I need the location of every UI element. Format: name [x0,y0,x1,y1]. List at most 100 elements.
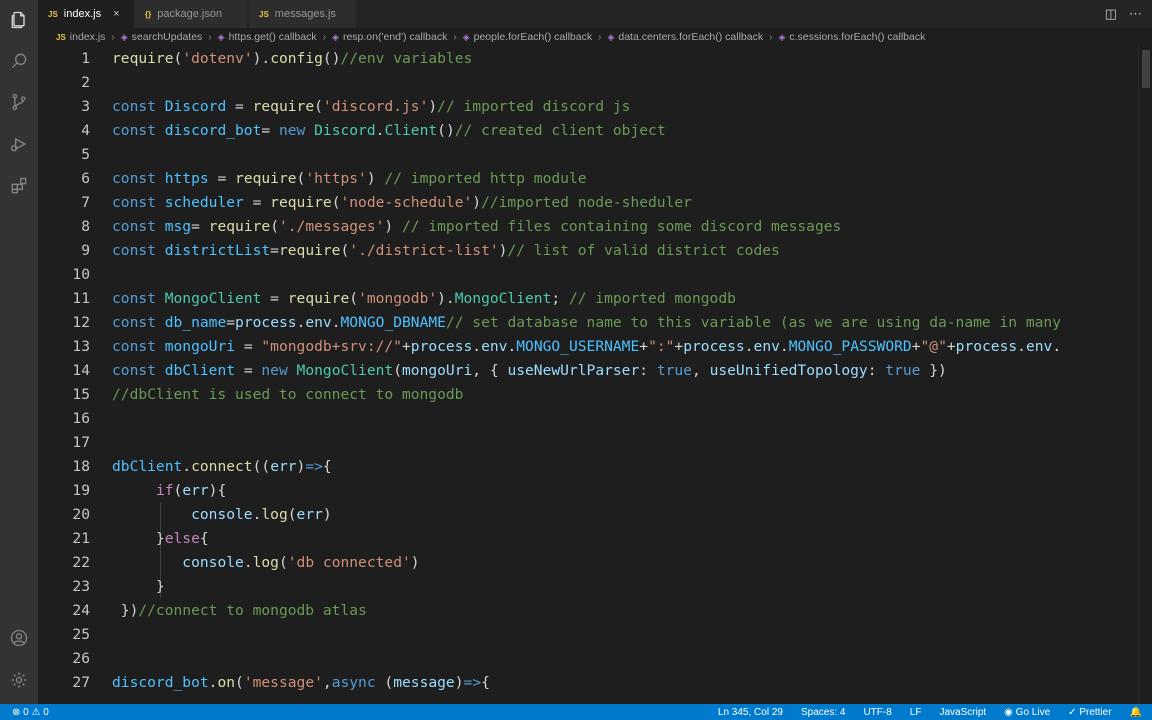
line-number: 22 [72,553,90,571]
line-number: 2 [81,73,90,91]
code-line[interactable]: 14 const dbClient = new MongoClient(mongo… [38,358,1138,382]
check-icon: ✓ [1068,706,1080,718]
code-line[interactable]: 16 [38,406,1138,430]
code-line[interactable]: 1 require('dotenv').config()//env variabl… [38,46,1138,70]
language-mode[interactable]: JavaScript [939,707,986,718]
line-number: 12 [72,313,90,331]
line-number: 23 [72,577,90,595]
close-icon[interactable]: × [113,8,119,20]
code-line[interactable]: 22 console.log('db connected') [38,550,1138,574]
tab-label: package.json [157,8,223,20]
prettier-button[interactable]: ✓ Prettier [1068,707,1111,718]
tab-label: index.js [63,8,102,20]
code-line[interactable]: 19 if(err){ [38,478,1138,502]
line-number: 13 [72,337,90,355]
tab-package-json[interactable]: {} package.json [135,0,248,28]
end-of-line[interactable]: LF [910,707,922,718]
chevron-right-icon: › [598,31,602,43]
encoding[interactable]: UTF-8 [863,707,891,718]
tab-bar: JS index.js × {} package.json JS message… [38,0,1152,28]
code-line[interactable]: 13 const mongoUri = "mongodb+srv://"+proc… [38,334,1138,358]
breadcrumb-item[interactable]: ◈ c.sessions.forEach() callback [778,31,925,43]
code-line[interactable]: 17 [38,430,1138,454]
code-line[interactable]: 27 discord_bot.on('message',async (messag… [38,670,1138,694]
split-editor-icon[interactable]: ◫ [1105,6,1117,22]
cursor-position[interactable]: Ln 345, Col 29 [718,707,783,718]
code-line[interactable]: 3 const Discord = require('discord.js')//… [38,94,1138,118]
code-text: require('dotenv').config()//env variable… [112,49,473,67]
code-line[interactable]: 5 [38,142,1138,166]
line-number: 1 [81,49,90,67]
line-number: 19 [72,481,90,499]
code-text: } [112,577,165,595]
breadcrumb-item[interactable]: ◈ people.forEach() callback [463,31,592,43]
breadcrumb-item[interactable]: JS index.js [56,31,105,43]
code-line[interactable]: 23 } [38,574,1138,598]
line-number: 10 [72,265,90,283]
function-icon: ◈ [332,31,339,42]
line-number: 7 [81,193,90,211]
function-icon: ◈ [217,31,225,42]
code-line[interactable]: 2 [38,70,1138,94]
code-line[interactable]: 21 }else{ [38,526,1138,550]
code-line[interactable]: 26 [38,646,1138,670]
line-number: 27 [72,673,90,691]
code-text: const https = require('https') // import… [112,169,587,187]
breadcrumb: JS index.js › ◈ searchUpdates › ◈ https.get… [38,28,1152,46]
line-number: 6 [81,169,90,187]
tab-index-js[interactable]: JS index.js × [38,0,134,28]
scrollbar-thumb[interactable] [1142,50,1150,88]
function-icon: ◈ [120,31,128,42]
code-line[interactable]: 20 console.log(err) [38,502,1138,526]
activity-bar [0,0,38,704]
line-number: 16 [72,409,90,427]
line-number: 9 [81,241,90,259]
breadcrumb-item[interactable]: ◈ searchUpdates [121,31,203,43]
breadcrumb-item[interactable]: ◈ https.get() callback [218,31,317,43]
chevron-right-icon: › [453,31,457,43]
explorer-icon[interactable] [9,10,29,30]
editor-scrollbar[interactable] [1138,46,1152,704]
code-line[interactable]: 15 //dbClient is used to connect to mongo… [38,382,1138,406]
code-line[interactable]: 7 const scheduler = require('node-schedul… [38,190,1138,214]
code-line[interactable]: 18 dbClient.connect((err)=>{ [38,454,1138,478]
code-line[interactable]: 24 })//connect to mongodb atlas [38,598,1138,622]
code-text: const Discord = require('discord.js')// … [112,97,631,115]
broadcast-icon: ◉ [1004,706,1016,718]
function-icon: ◈ [778,31,786,42]
go-live-button[interactable]: ◉ Go Live [1004,707,1050,718]
function-icon: ◈ [607,31,615,42]
more-actions-icon[interactable]: ⋯ [1129,6,1142,22]
code-text: const discord_bot= new Discord.Client()/… [112,121,666,139]
code-line[interactable]: 12 const db_name=process.env.MONGO_DBNAME… [38,310,1138,334]
js-file-icon: JS [56,32,66,42]
line-number: 3 [81,97,90,115]
line-number: 8 [81,217,90,235]
code-line[interactable]: 4 const discord_bot= new Discord.Client()… [38,118,1138,142]
code-line[interactable]: 10 [38,262,1138,286]
source-control-icon[interactable] [9,92,29,112]
extensions-icon[interactable] [9,176,29,196]
notifications-bell-icon[interactable]: 🔔 [1130,707,1142,718]
code-line[interactable]: 25 [38,622,1138,646]
line-number: 11 [72,289,90,307]
code-line[interactable]: 6 const https = require('https') // impor… [38,166,1138,190]
code-text: const db_name=process.env.MONGO_DBNAME//… [112,313,1061,331]
indentation[interactable]: Spaces: 4 [801,707,845,718]
settings-gear-icon[interactable] [9,670,29,690]
json-file-icon: {} [145,9,152,19]
line-number: 24 [72,601,90,619]
code-editor[interactable]: 1 require('dotenv').config()//env variabl… [38,46,1138,704]
code-text: }else{ [112,529,209,547]
chevron-right-icon: › [322,31,327,43]
search-icon[interactable] [9,51,29,71]
run-debug-icon[interactable] [9,134,29,154]
problems-indicator[interactable]: ⊗ 0 ⚠ 0 [12,707,49,718]
code-line[interactable]: 11 const MongoClient = require('mongodb')… [38,286,1138,310]
code-line[interactable]: 9 const districtList=require('./district-… [38,238,1138,262]
tab-messages-js[interactable]: JS messages.js [249,0,357,28]
account-icon[interactable] [9,628,29,648]
code-line[interactable]: 8 const msg= require('./messages') // imp… [38,214,1138,238]
breadcrumb-item[interactable]: ◈ resp.on('end') callback [332,31,447,43]
breadcrumb-item[interactable]: ◈ data.centers.forEach() callback [607,31,763,43]
